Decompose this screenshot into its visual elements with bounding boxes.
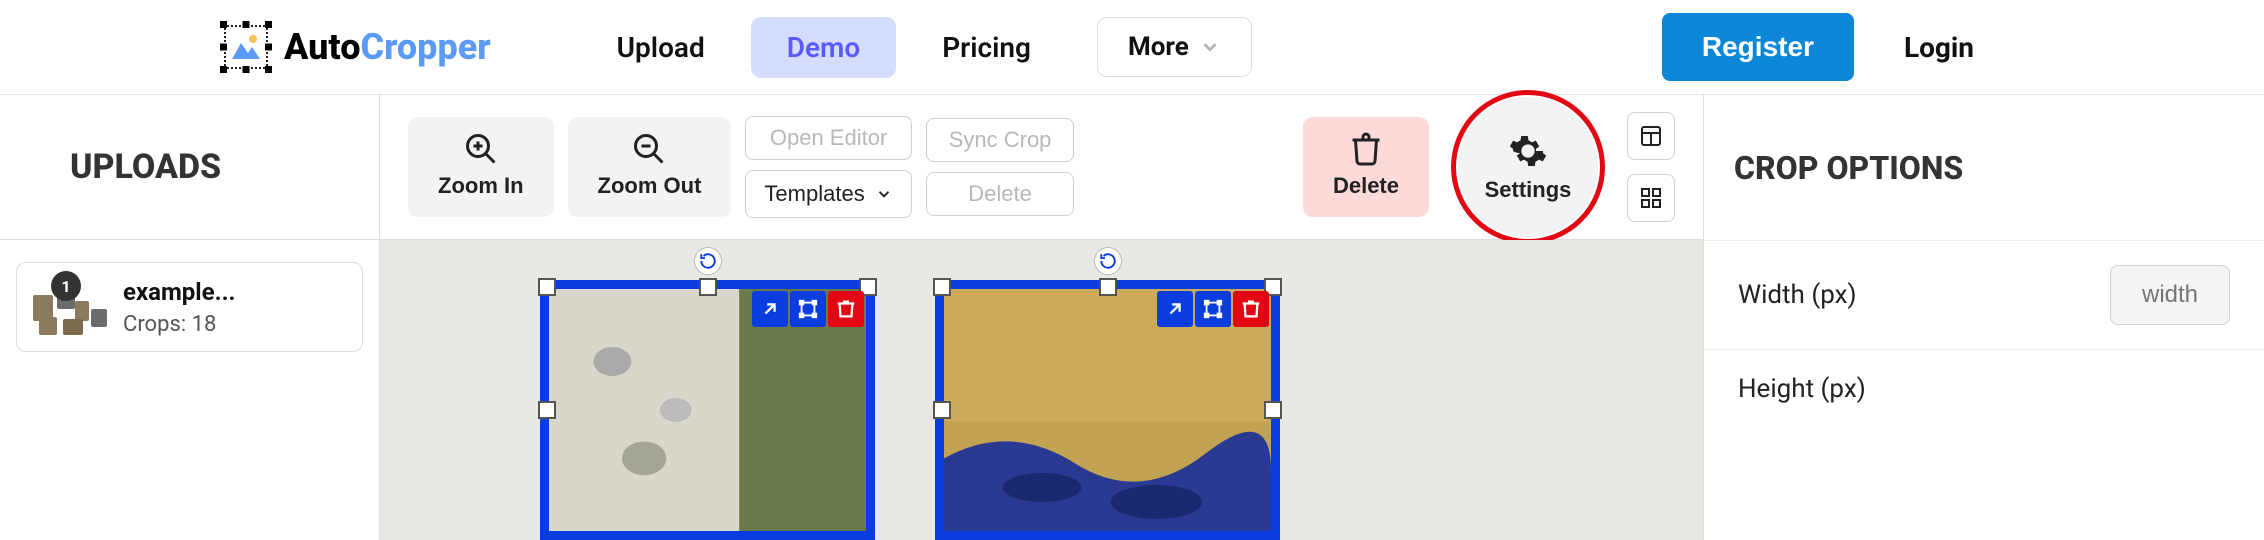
zoom-in-icon [463,131,499,167]
register-button[interactable]: Register [1662,13,1854,81]
width-label: Width (px) [1738,280,1857,310]
crop-options-panel: CROP OPTIONS Width (px) Height (px) [1704,95,2264,540]
trash-icon [1240,298,1262,320]
delete-button[interactable]: Delete [1303,117,1429,217]
nav-upload[interactable]: Upload [581,17,741,78]
crop-open-button[interactable] [752,291,788,327]
expand-icon [1164,298,1186,320]
delete-label: Delete [1333,173,1399,199]
mountain-icon [230,33,262,61]
main-layout: UPLOADS 1 example... Crops: 18 Zoom In [0,95,2264,540]
nav-demo[interactable]: Demo [751,17,896,78]
layout-grid-icon [1639,186,1663,210]
width-input[interactable] [2110,265,2230,325]
settings-label: Settings [1485,177,1572,203]
rotate-icon [1099,252,1117,270]
nav-items: Upload Demo Pricing More [581,17,1252,78]
crop-delete-button[interactable] [828,291,864,327]
upload-item[interactable]: 1 example... Crops: 18 [16,262,363,352]
resize-handle[interactable] [538,401,556,419]
rotate-handle[interactable] [1094,247,1122,275]
resize-handle[interactable] [1099,278,1117,296]
upload-badge: 1 [51,271,81,301]
crop-bounds-button[interactable] [1195,291,1231,327]
height-option-row: Height (px) [1704,349,2264,404]
crop-delete-button[interactable] [1233,291,1269,327]
rotate-handle[interactable] [694,247,722,275]
crop-actions [752,291,864,327]
chevron-down-icon [1199,36,1221,58]
layout-toggle-group [1627,112,1675,222]
crop-bounds-button[interactable] [790,291,826,327]
resize-handle[interactable] [538,278,556,296]
gear-icon [1508,131,1548,171]
editor-template-stack: Open Editor Templates [745,116,911,218]
bounds-icon [797,298,819,320]
upload-name: example... [123,278,236,306]
zoom-out-button[interactable]: Zoom Out [568,117,732,217]
bounds-icon [1202,298,1224,320]
crop-actions [1157,291,1269,327]
login-link[interactable]: Login [1904,31,2234,64]
brand-name: AutoCropper [284,26,491,68]
templates-dropdown[interactable]: Templates [745,170,911,218]
editor-panel: Zoom In Zoom Out Open Editor Templates S… [380,95,1704,540]
crop-options-title: CROP OPTIONS [1704,95,2264,240]
resize-handle[interactable] [1264,401,1282,419]
crop-open-button[interactable] [1157,291,1193,327]
nav-right: Register Login [1662,13,2234,81]
expand-icon [759,298,781,320]
zoom-out-label: Zoom Out [598,173,702,199]
chevron-down-icon [875,185,893,203]
rotate-icon [699,252,717,270]
templates-label: Templates [764,181,864,207]
settings-highlight-ring: Settings [1451,90,1605,244]
resize-handle[interactable] [933,401,951,419]
zoom-out-icon [631,131,667,167]
layout-panel-button[interactable] [1627,112,1675,160]
nav-more-label: More [1128,32,1189,62]
zoom-in-label: Zoom In [438,173,524,199]
sync-delete-stack: Sync Crop Delete [926,118,1075,216]
upload-info: example... Crops: 18 [123,278,236,337]
upload-thumbnail: 1 [29,277,109,337]
top-nav: AutoCropper Upload Demo Pricing More Reg… [0,0,2264,95]
trash-icon [835,298,857,320]
trash-icon [1348,131,1384,167]
crop-region[interactable] [935,280,1280,540]
crop-icon [220,21,272,73]
open-editor-button: Open Editor [745,116,911,160]
resize-handle[interactable] [933,278,951,296]
toolbar: Zoom In Zoom Out Open Editor Templates S… [380,95,1703,240]
nav-more-dropdown[interactable]: More [1097,17,1252,77]
layout-grid-button[interactable] [1627,174,1675,222]
width-option-row: Width (px) [1704,240,2264,349]
zoom-in-button[interactable]: Zoom In [408,117,554,217]
crop-region[interactable] [540,280,875,540]
delete-crop-button-disabled: Delete [926,172,1075,216]
layout-panel-icon [1639,124,1663,148]
resize-handle[interactable] [699,278,717,296]
uploads-sidebar: UPLOADS 1 example... Crops: 18 [0,95,380,540]
height-label: Height (px) [1738,374,1866,404]
uploads-title: UPLOADS [0,95,379,240]
nav-pricing[interactable]: Pricing [906,17,1067,78]
sync-crop-button: Sync Crop [926,118,1075,162]
settings-button[interactable]: Settings [1458,97,1598,237]
upload-crops-count: Crops: 18 [123,312,236,337]
brand-logo[interactable]: AutoCropper [220,21,491,73]
crop-canvas[interactable] [380,240,1703,540]
